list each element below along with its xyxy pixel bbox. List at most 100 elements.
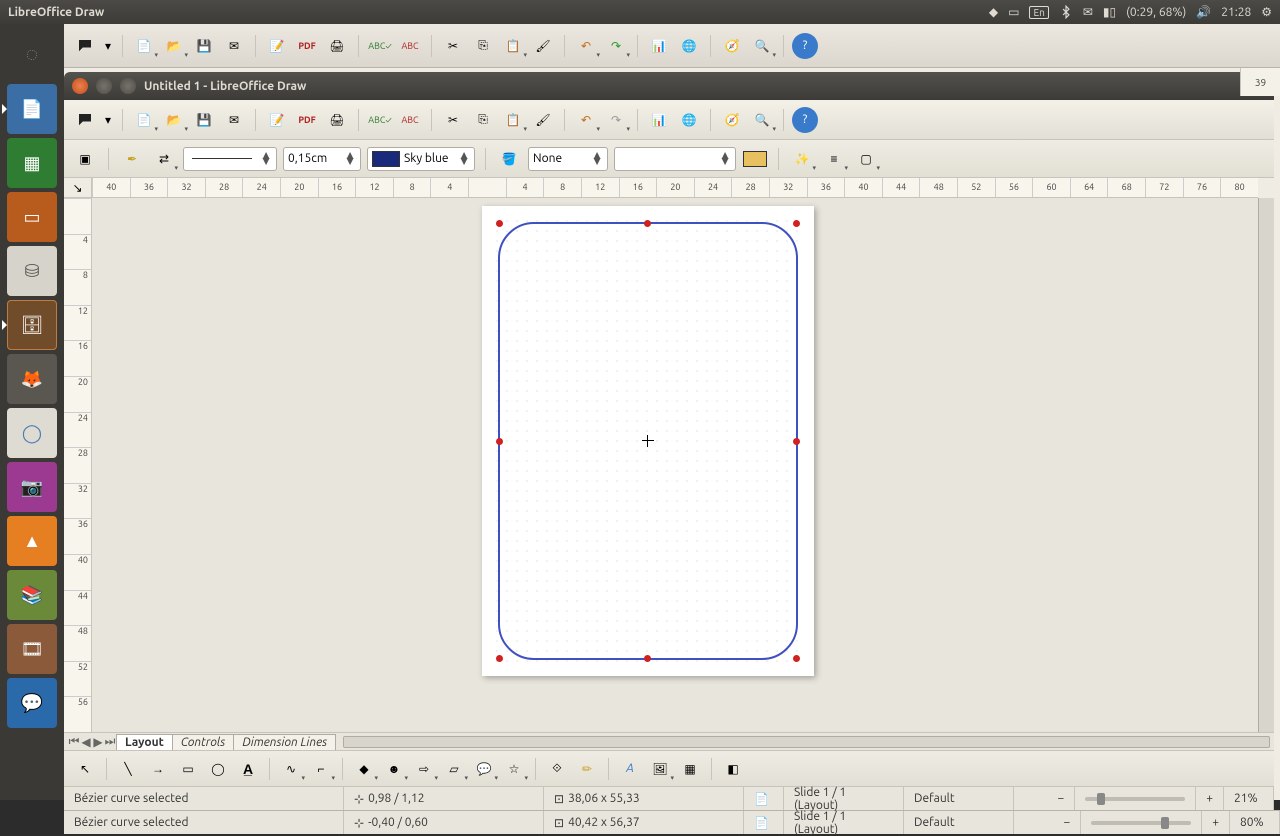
selection-handle[interactable] <box>644 220 651 227</box>
zoom-out-icon[interactable]: − <box>1047 787 1075 810</box>
new-doc-icon[interactable]: 📄 <box>131 33 157 59</box>
open-doc-icon[interactable]: 📂 <box>161 33 187 59</box>
line-tool-icon[interactable]: ╲ <box>115 756 141 782</box>
edit-points-tool-icon[interactable]: ⟐ <box>544 756 570 782</box>
selection-handle[interactable] <box>496 438 503 445</box>
basic-shapes-icon[interactable]: ◆ <box>351 756 377 782</box>
fill-color-combo[interactable]: ▲▼ <box>614 147 736 171</box>
zoom-slider[interactable] <box>1075 787 1196 810</box>
save-icon[interactable]: 💾 <box>191 33 217 59</box>
chat-bubble-icon[interactable] <box>72 107 98 133</box>
spellcheck-icon[interactable]: ABC✓ <box>367 33 393 59</box>
vlc-icon[interactable]: ▲ <box>7 516 57 566</box>
messages-icon[interactable]: ✉ <box>1083 5 1093 19</box>
ruler-corner[interactable]: ↘ <box>64 178 92 198</box>
selection-handle[interactable] <box>496 655 503 662</box>
block-arrows-icon[interactable]: ⇨ <box>411 756 437 782</box>
paste-icon[interactable]: 📋 <box>500 107 526 133</box>
curve-tool-icon[interactable]: ∿ <box>278 756 304 782</box>
volume-icon[interactable]: 🔊 <box>1196 5 1211 19</box>
tab-controls[interactable]: Controls <box>172 734 235 750</box>
spellcheck-icon[interactable]: ABC✓ <box>367 107 393 133</box>
redo-icon[interactable]: ↷ <box>603 33 629 59</box>
undo-icon[interactable]: ↶ <box>573 107 599 133</box>
rectangle-tool-icon[interactable]: ▭ <box>175 756 201 782</box>
cut-icon[interactable]: ✂ <box>440 33 466 59</box>
vertical-scrollbar[interactable] <box>1258 198 1274 732</box>
dash-icon[interactable]: ◌ <box>7 30 57 80</box>
status-style[interactable]: Default <box>904 811 1014 834</box>
selection-handle[interactable] <box>793 220 800 227</box>
drawing-page[interactable] <box>482 206 814 676</box>
status-slide[interactable]: Slide 1 / 1 (Layout) <box>784 787 904 810</box>
edit-icon[interactable]: 📝 <box>264 33 290 59</box>
zoom-icon[interactable]: 🔍 <box>749 107 775 133</box>
redo-icon[interactable]: ↷ <box>603 107 629 133</box>
print-icon[interactable]: 🖨 <box>324 107 350 133</box>
libreoffice-calc-icon[interactable]: ▦ <box>7 138 57 188</box>
vertical-ruler[interactable]: 48121620242832364044485256 <box>64 198 92 732</box>
edit-points-icon[interactable]: ▣ <box>72 146 98 172</box>
selection-handle[interactable] <box>793 655 800 662</box>
selection-handle[interactable] <box>793 438 800 445</box>
window-close-button[interactable] <box>72 78 88 94</box>
help-icon[interactable]: ? <box>792 33 818 59</box>
selection-handle[interactable] <box>644 655 651 662</box>
arrow-tool-icon[interactable]: → <box>145 756 171 782</box>
align-icon[interactable]: ≡ <box>821 146 847 172</box>
text-tool-icon[interactable]: A̲ <box>235 756 261 782</box>
disk-icon[interactable]: ⛁ <box>7 246 57 296</box>
chart-icon[interactable]: 📊 <box>646 33 672 59</box>
copy-icon[interactable]: ⎘ <box>470 107 496 133</box>
arrange-icon[interactable]: ▢ <box>853 146 879 172</box>
star-icon[interactable]: ☆ <box>501 756 527 782</box>
status-style[interactable]: Default <box>904 787 1014 810</box>
save-icon[interactable]: 💾 <box>191 107 217 133</box>
drawing-viewport[interactable] <box>92 198 1258 732</box>
callout-icon[interactable]: 💬 <box>471 756 497 782</box>
navigator-icon[interactable]: 🧭 <box>719 107 745 133</box>
export-pdf-icon[interactable]: PDF <box>294 33 320 59</box>
line-color-combo[interactable]: Sky blue ▲▼ <box>367 147 475 171</box>
first-tab-icon[interactable]: ⏮ <box>68 735 80 749</box>
flowchart-icon[interactable]: ▱ <box>441 756 467 782</box>
last-tab-icon[interactable]: ⏭ <box>104 735 116 749</box>
edit-icon[interactable]: 📝 <box>264 107 290 133</box>
export-pdf-icon[interactable]: PDF <box>294 107 320 133</box>
window-titlebar[interactable]: Untitled 1 - LibreOffice Draw <box>64 72 1274 100</box>
tab-dimension-lines[interactable]: Dimension Lines <box>233 734 336 750</box>
hyperlink-icon[interactable]: 🌐 <box>676 33 702 59</box>
tab-layout[interactable]: Layout <box>116 734 173 750</box>
chat-bubble-icon[interactable] <box>72 33 98 59</box>
email-icon[interactable]: ✉ <box>221 107 247 133</box>
from-file-icon[interactable]: 🖼 <box>647 756 673 782</box>
horizontal-scrollbar[interactable] <box>343 736 1270 748</box>
window-minimize-button[interactable] <box>96 78 112 94</box>
new-doc-icon[interactable]: 📄 <box>131 107 157 133</box>
horizontal-ruler[interactable]: 4036322824201612844812162024283236404448… <box>92 178 1258 198</box>
chat-icon[interactable]: 💬 <box>7 678 57 728</box>
email-icon[interactable]: ✉ <box>221 33 247 59</box>
zoom-in-icon[interactable]: + <box>1196 787 1224 810</box>
gallery-icon[interactable]: ▦ <box>677 756 703 782</box>
zoom-icon[interactable]: 🔍 <box>749 33 775 59</box>
open-doc-icon[interactable]: 📂 <box>161 107 187 133</box>
copy-icon[interactable]: ⎘ <box>470 33 496 59</box>
rotation-center-icon[interactable] <box>642 435 654 447</box>
format-paintbrush-icon[interactable]: 🖌 <box>530 107 556 133</box>
screenshot-icon[interactable]: 📷 <box>7 462 57 512</box>
selection-handle[interactable] <box>496 220 503 227</box>
clock[interactable]: 21:28 <box>1221 6 1251 19</box>
chat-dropdown-icon[interactable]: ▾ <box>102 107 114 133</box>
fill-style-combo[interactable]: None ▲▼ <box>528 147 608 171</box>
next-tab-icon[interactable]: ▶ <box>92 735 104 749</box>
chart-icon[interactable]: 📊 <box>646 107 672 133</box>
bluetooth-icon[interactable] <box>1059 5 1073 19</box>
help-icon[interactable]: ? <box>792 107 818 133</box>
line-end-start-icon[interactable]: ✒ <box>119 146 145 172</box>
connector-tool-icon[interactable]: ⌐ <box>308 756 334 782</box>
chromium-icon[interactable]: ◯ <box>7 408 57 458</box>
autospell-icon[interactable]: ABC <box>397 107 423 133</box>
chat-dropdown-icon[interactable]: ▾ <box>102 33 114 59</box>
video-editor-icon[interactable]: 🎞 <box>7 624 57 674</box>
